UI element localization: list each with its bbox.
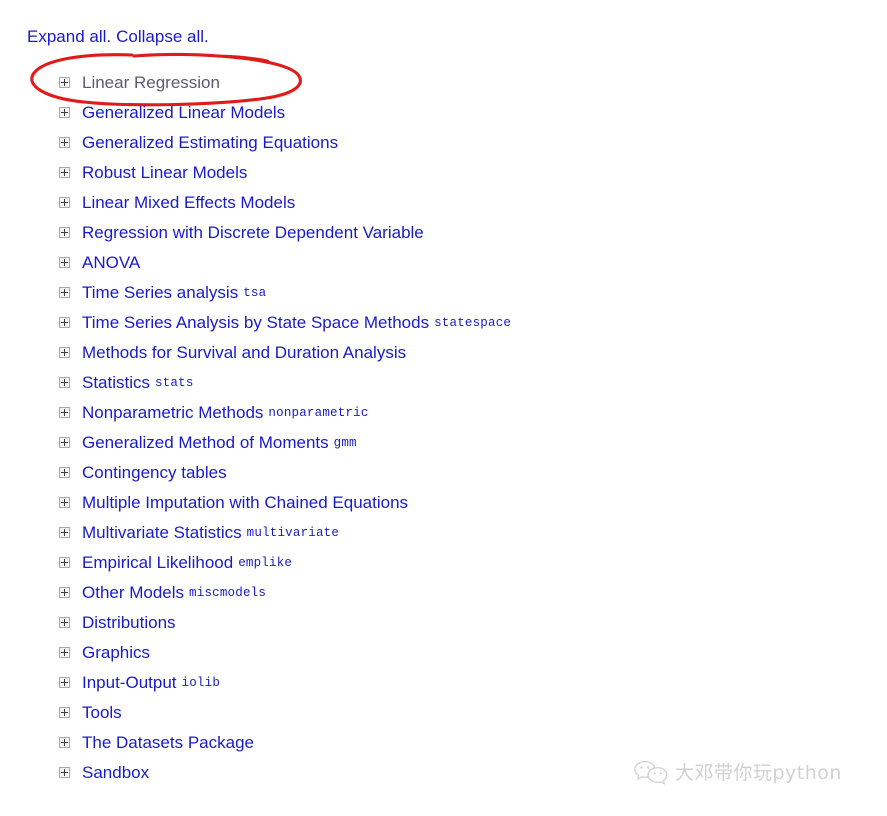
toctree-link[interactable]: Linear Regression <box>82 73 220 92</box>
module-name: nonparametric <box>268 406 369 420</box>
plus-box-icon[interactable] <box>59 676 70 688</box>
toctree-link[interactable]: Generalized Method of Moments <box>82 433 329 452</box>
toctree-item: Time Series analysis tsa <box>0 278 887 308</box>
toctree-item: Sandbox <box>0 758 887 788</box>
toctree-link[interactable]: ANOVA <box>82 253 140 272</box>
toctree-link[interactable]: Generalized Estimating Equations <box>82 133 338 152</box>
plus-box-icon[interactable] <box>59 76 70 88</box>
toctree-list: Linear Regression Generalized Linear Mode… <box>0 68 887 788</box>
toctree-link[interactable]: Robust Linear Models <box>82 163 247 182</box>
toctree-link[interactable]: Time Series Analysis by State Space Meth… <box>82 313 429 332</box>
toctree-link[interactable]: Statistics <box>82 373 150 392</box>
toctree-link[interactable]: Other Models <box>82 583 184 602</box>
plus-box-icon[interactable] <box>59 136 70 148</box>
toctree-item: Linear Mixed Effects Models <box>0 188 887 218</box>
page-root: Expand all. Collapse all. Linear Regressi… <box>0 0 887 816</box>
module-name: iolib <box>181 676 221 690</box>
toctree-link[interactable]: Graphics <box>82 643 150 662</box>
toctree-item: Regression with Discrete Dependent Varia… <box>0 218 887 248</box>
module-name: multivariate <box>246 526 340 540</box>
plus-box-icon[interactable] <box>59 766 70 778</box>
plus-box-icon[interactable] <box>59 586 70 598</box>
plus-box-icon[interactable] <box>59 316 70 328</box>
toctree-link[interactable]: Linear Mixed Effects Models <box>82 193 295 212</box>
plus-box-icon[interactable] <box>59 466 70 478</box>
plus-box-icon[interactable] <box>59 646 70 658</box>
toctree-item: Robust Linear Models <box>0 158 887 188</box>
plus-box-icon[interactable] <box>59 166 70 178</box>
toctree-link[interactable]: Sandbox <box>82 763 149 782</box>
module-name: emplike <box>238 556 293 570</box>
toctree-item: Graphics <box>0 638 887 668</box>
toctree-item: Time Series Analysis by State Space Meth… <box>0 308 887 338</box>
toctree-link[interactable]: Methods for Survival and Duration Analys… <box>82 343 406 362</box>
toctree-item: Distributions <box>0 608 887 638</box>
module-name: statespace <box>434 316 512 330</box>
toctree-link[interactable]: Contingency tables <box>82 463 227 482</box>
collapse-all-link[interactable]: Collapse all. <box>116 27 209 46</box>
toctree-link[interactable]: Empirical Likelihood <box>82 553 233 572</box>
toctree-item: Generalized Linear Models <box>0 98 887 128</box>
toctree-item: ANOVA <box>0 248 887 278</box>
toctree-item: Generalized Estimating Equations <box>0 128 887 158</box>
plus-box-icon[interactable] <box>59 436 70 448</box>
toctree-link[interactable]: Multivariate Statistics <box>82 523 242 542</box>
module-name: gmm <box>333 436 357 450</box>
plus-box-icon[interactable] <box>59 706 70 718</box>
plus-box-icon[interactable] <box>59 106 70 118</box>
toctree-link[interactable]: Tools <box>82 703 122 722</box>
plus-box-icon[interactable] <box>59 616 70 628</box>
toctree-item: Methods for Survival and Duration Analys… <box>0 338 887 368</box>
toctree-item: Multivariate Statistics multivariate <box>0 518 887 548</box>
toctree-link[interactable]: The Datasets Package <box>82 733 254 752</box>
toctree-link[interactable]: Distributions <box>82 613 176 632</box>
toctree-item: Contingency tables <box>0 458 887 488</box>
toctree-item: Empirical Likelihood emplike <box>0 548 887 578</box>
toctree-item: Linear Regression <box>0 68 887 98</box>
toctree-item: Input-Output iolib <box>0 668 887 698</box>
toctree-item: The Datasets Package <box>0 728 887 758</box>
plus-box-icon[interactable] <box>59 496 70 508</box>
toctree-item: Statistics stats <box>0 368 887 398</box>
toctree-item: Generalized Method of Moments gmm <box>0 428 887 458</box>
toctree-item: Multiple Imputation with Chained Equatio… <box>0 488 887 518</box>
plus-box-icon[interactable] <box>59 526 70 538</box>
toctree-item: Nonparametric Methods nonparametric <box>0 398 887 428</box>
plus-box-icon[interactable] <box>59 286 70 298</box>
toctree-controls: Expand all. Collapse all. <box>27 26 209 47</box>
plus-box-icon[interactable] <box>59 376 70 388</box>
module-name: stats <box>155 376 194 390</box>
toctree-link[interactable]: Input-Output <box>82 673 177 692</box>
plus-box-icon[interactable] <box>59 556 70 568</box>
toctree-item: Tools <box>0 698 887 728</box>
plus-box-icon[interactable] <box>59 346 70 358</box>
plus-box-icon[interactable] <box>59 406 70 418</box>
plus-box-icon[interactable] <box>59 196 70 208</box>
toctree-link[interactable]: Regression with Discrete Dependent Varia… <box>82 223 424 242</box>
module-name: miscmodels <box>189 586 267 600</box>
toctree-link[interactable]: Time Series analysis <box>82 283 238 302</box>
plus-box-icon[interactable] <box>59 736 70 748</box>
toctree-link[interactable]: Nonparametric Methods <box>82 403 263 422</box>
toctree-link[interactable]: Generalized Linear Models <box>82 103 285 122</box>
plus-box-icon[interactable] <box>59 256 70 268</box>
module-name: tsa <box>243 286 267 300</box>
plus-box-icon[interactable] <box>59 226 70 238</box>
toctree-link[interactable]: Multiple Imputation with Chained Equatio… <box>82 493 408 512</box>
expand-all-link[interactable]: Expand all. <box>27 27 111 46</box>
toctree-item: Other Models miscmodels <box>0 578 887 608</box>
